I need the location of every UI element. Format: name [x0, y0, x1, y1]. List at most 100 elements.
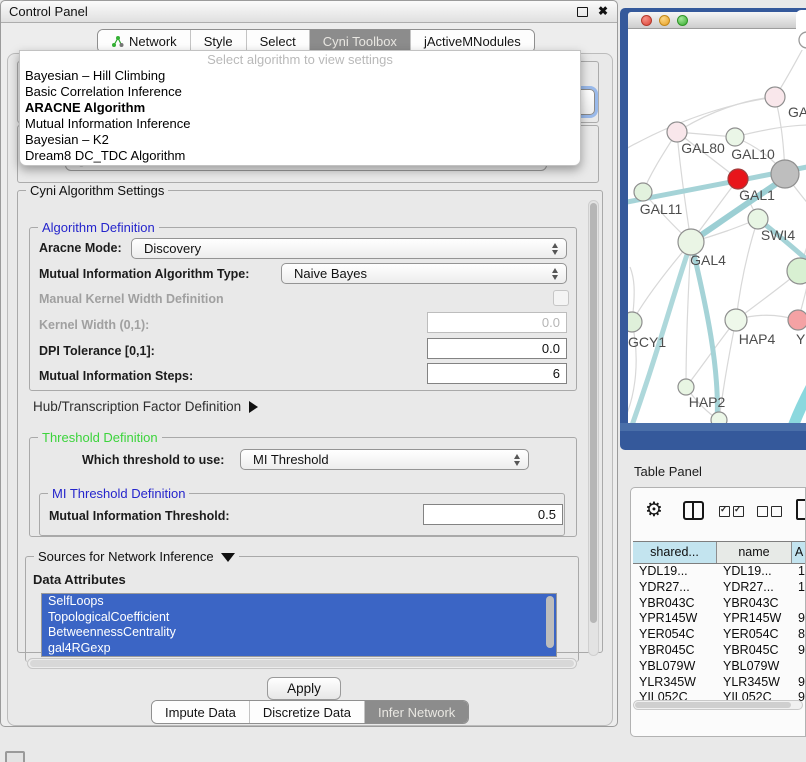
- table-cell: [792, 659, 806, 675]
- attribute-list-item[interactable]: gal4RGexp: [42, 641, 556, 657]
- aracne-mode-combo[interactable]: Discovery: [131, 238, 567, 259]
- table-horizontal-scrollbar[interactable]: [633, 700, 803, 710]
- mi-steps-field[interactable]: [427, 363, 567, 384]
- attribute-list-item[interactable]: TopologicalCoefficient: [42, 610, 556, 626]
- network-node[interactable]: [787, 258, 806, 284]
- list-scrollbar-thumb[interactable]: [546, 596, 554, 648]
- tab-cyni-toolbox[interactable]: Cyni Toolbox: [309, 30, 410, 52]
- network-node[interactable]: [678, 379, 694, 395]
- zoom-traffic-light-icon[interactable]: [677, 15, 688, 26]
- network-node[interactable]: [628, 312, 642, 332]
- minimize-traffic-light-icon[interactable]: [659, 15, 670, 26]
- table-cell: YBR045C: [717, 643, 792, 659]
- mi-threshold-field[interactable]: [423, 504, 563, 525]
- network-node[interactable]: [771, 160, 799, 188]
- column-header[interactable]: name: [717, 542, 792, 563]
- network-icon: [111, 35, 124, 48]
- table-row[interactable]: YBR043CYBR043C: [633, 596, 806, 612]
- which-threshold-value: MI Threshold: [253, 452, 329, 467]
- node-table: shared...nameA YDL19...YDL19...13YDR27..…: [633, 541, 806, 704]
- tab-style[interactable]: Style: [190, 30, 246, 52]
- split-panel-icon[interactable]: [683, 501, 704, 520]
- network-node[interactable]: [728, 169, 748, 189]
- table-cell: YDL19...: [717, 564, 792, 580]
- node-label: Y: [796, 331, 806, 347]
- algorithm-option[interactable]: Mutual Information Inference: [20, 116, 580, 132]
- scrollbar-thumb[interactable]: [635, 702, 791, 708]
- network-node[interactable]: [725, 309, 747, 331]
- hub-definition-toggle[interactable]: Hub/Transcription Factor Definition: [33, 399, 258, 414]
- kernel-width-label: Kernel Width (0,1):: [39, 318, 149, 332]
- tab-label: Impute Data: [165, 705, 236, 720]
- table-cell: 8.: [792, 627, 806, 643]
- unselect-all-checks-icon[interactable]: [757, 504, 785, 522]
- aracne-mode-value: Discovery: [144, 241, 201, 256]
- mi-type-combo[interactable]: Naive Bayes: [281, 263, 567, 284]
- table-row[interactable]: YDL19...YDL19...13: [633, 564, 806, 580]
- table-cell: YPR145W: [717, 611, 792, 627]
- network-edge[interactable]: [677, 97, 775, 132]
- table-row[interactable]: YER054CYER054C8.: [633, 627, 806, 643]
- network-node[interactable]: [788, 310, 806, 330]
- manual-kernel-checkbox[interactable]: [553, 290, 569, 306]
- float-window-icon[interactable]: [577, 7, 588, 17]
- dock-panel-icon[interactable]: [5, 751, 25, 762]
- network-node[interactable]: [667, 122, 687, 142]
- attribute-list-item[interactable]: BetweennessCentrality: [42, 625, 556, 641]
- close-window-icon[interactable]: ✖: [598, 4, 608, 18]
- tab-impute-data[interactable]: Impute Data: [152, 701, 249, 723]
- new-column-icon[interactable]: [796, 499, 806, 520]
- algorithm-option[interactable]: Dream8 DC_TDC Algorithm: [20, 148, 580, 164]
- tab-network[interactable]: Network: [98, 30, 190, 52]
- network-edge[interactable]: [736, 219, 758, 320]
- sources-legend[interactable]: Sources for Network Inference: [34, 549, 239, 564]
- network-edge[interactable]: [735, 125, 806, 137]
- algorithm-option[interactable]: ARACNE Algorithm: [20, 100, 580, 116]
- expand-arrow-icon[interactable]: [249, 401, 258, 413]
- settings-horizontal-scrollbar[interactable]: [27, 658, 577, 669]
- scrollbar-thumb[interactable]: [590, 203, 597, 623]
- table-row[interactable]: YBL079WYBL079W: [633, 659, 806, 675]
- network-node[interactable]: [711, 412, 727, 423]
- gear-icon[interactable]: ⚙: [645, 497, 663, 522]
- settings-vertical-scrollbar[interactable]: [588, 200, 599, 656]
- scrollbar-thumb[interactable]: [30, 660, 574, 667]
- tab-select[interactable]: Select: [246, 30, 309, 52]
- network-canvas[interactable]: GALGAL80GAL10GAL1GAL11SWI4GAL4GCY1HAP4YH…: [628, 29, 806, 423]
- kernel-width-field[interactable]: [427, 312, 567, 333]
- table-cell: YBR043C: [717, 596, 792, 612]
- algorithm-option[interactable]: Basic Correlation Inference: [20, 84, 580, 100]
- tab-infer-network[interactable]: Infer Network: [364, 701, 468, 723]
- dpi-tolerance-field[interactable]: [427, 338, 567, 359]
- network-node[interactable]: [748, 209, 768, 229]
- close-traffic-light-icon[interactable]: [641, 15, 652, 26]
- network-node[interactable]: [726, 128, 744, 146]
- table-row[interactable]: YPR145WYPR145W9.: [633, 611, 806, 627]
- table-rows: YDL19...YDL19...13YDR27...YDR27...12YBR0…: [633, 564, 806, 704]
- which-threshold-combo[interactable]: MI Threshold: [240, 449, 529, 470]
- algorithm-option[interactable]: Bayesian – K2: [20, 132, 580, 148]
- select-all-checks-icon[interactable]: [719, 504, 747, 522]
- network-edge-highlighted[interactable]: [782, 380, 806, 423]
- table-row[interactable]: YLR345WYLR345W9.: [633, 675, 806, 691]
- network-node[interactable]: [765, 87, 785, 107]
- algorithm-option[interactable]: Bayesian – Hill Climbing: [20, 68, 580, 84]
- network-edge[interactable]: [632, 242, 691, 322]
- table-cell: 13: [792, 564, 806, 580]
- apply-button[interactable]: Apply: [267, 677, 341, 700]
- tab-discretize-data[interactable]: Discretize Data: [249, 701, 364, 723]
- data-attributes-list[interactable]: SelfLoopsTopologicalCoefficientBetweenne…: [41, 593, 557, 657]
- network-node[interactable]: [634, 183, 652, 201]
- collapse-arrow-icon[interactable]: [221, 553, 235, 562]
- column-header[interactable]: shared...: [633, 542, 717, 563]
- table-cell: 9.: [792, 643, 806, 659]
- window-frame-edge: [620, 423, 806, 431]
- table-header-row: shared...nameA: [633, 541, 806, 564]
- cyni-mode-tabs: Impute Data Discretize DataInfer Network: [151, 700, 469, 724]
- attribute-list-item[interactable]: SelfLoops: [42, 594, 556, 610]
- tab-jactivemnodules[interactable]: jActiveMNodules: [410, 30, 534, 52]
- stepper-arrows-icon: [514, 454, 521, 466]
- column-header[interactable]: A: [792, 542, 806, 563]
- table-row[interactable]: YDR27...YDR27...12: [633, 580, 806, 596]
- table-row[interactable]: YBR045CYBR045C9.: [633, 643, 806, 659]
